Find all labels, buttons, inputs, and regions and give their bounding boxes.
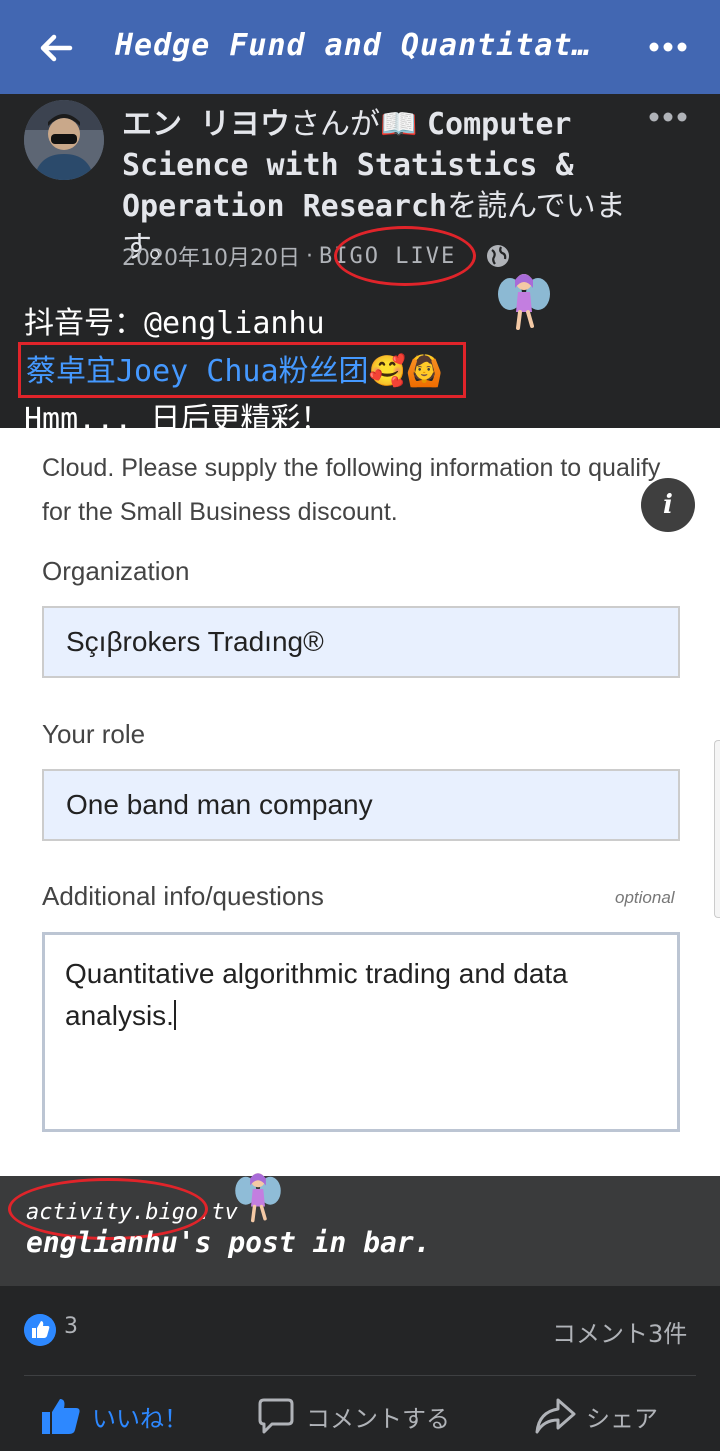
top-bar: Hedge Fund and Quantitati… xyxy=(0,0,720,94)
like-button[interactable]: いいね！ xyxy=(40,1396,188,1436)
scroll-handle[interactable] xyxy=(714,740,720,918)
author-name[interactable]: エン リヨウ xyxy=(122,107,290,142)
info-button[interactable]: i xyxy=(641,478,695,532)
globe-icon xyxy=(487,245,509,267)
like-badge-icon xyxy=(24,1314,56,1346)
optional-tag: optional xyxy=(615,888,675,907)
meta-separator: · xyxy=(305,243,313,269)
shared-image[interactable]: Cloud. Please supply the following infor… xyxy=(0,428,720,1176)
share-icon xyxy=(535,1398,576,1434)
comment-count[interactable]: コメント3件 xyxy=(552,1314,687,1349)
share-button[interactable]: シェア xyxy=(534,1396,658,1436)
comment-button[interactable]: コメントする xyxy=(256,1396,450,1436)
form-intro-text: Cloud. Please supply the following infor… xyxy=(42,454,661,526)
role-field[interactable]: One band man company xyxy=(42,769,680,841)
headline-text: さんが📖 xyxy=(290,107,427,142)
arrow-left-icon[interactable] xyxy=(36,28,76,68)
avatar[interactable] xyxy=(24,100,104,180)
page-title: Hedge Fund and Quantitati… xyxy=(115,28,595,63)
annotation-box xyxy=(18,342,466,398)
body-line-douyin: 抖音号：@englianhu xyxy=(24,306,325,341)
additional-info-label: Additional info/questions xyxy=(42,881,324,911)
link-caption[interactable]: englianhu's post in bar. xyxy=(26,1226,431,1259)
more-horizontal-icon[interactable] xyxy=(648,40,688,54)
like-count[interactable]: 3 xyxy=(64,1314,78,1339)
share-label: シェア xyxy=(586,1404,658,1433)
additional-info-value: Quantitative algorithmic trading and dat… xyxy=(65,958,568,1031)
fairy-emoji-icon xyxy=(235,1173,281,1223)
thumbs-up-icon xyxy=(42,1399,80,1434)
text-caret xyxy=(173,1000,176,1030)
role-label: Your role xyxy=(42,719,146,749)
post-date[interactable]: 2020年10月20日 xyxy=(122,240,300,272)
like-label: いいね！ xyxy=(92,1404,188,1433)
annotation-circle xyxy=(334,226,476,286)
organization-field[interactable]: Sçıβrokers Tradıng® xyxy=(42,606,680,678)
comment-icon xyxy=(258,1398,294,1434)
post-options-icon[interactable] xyxy=(648,110,688,124)
additional-info-textarea[interactable]: Quantitative algorithmic trading and dat… xyxy=(42,932,680,1132)
avatar-image xyxy=(24,100,104,180)
comment-label: コメントする xyxy=(306,1404,450,1433)
organization-label: Organization xyxy=(42,556,190,586)
